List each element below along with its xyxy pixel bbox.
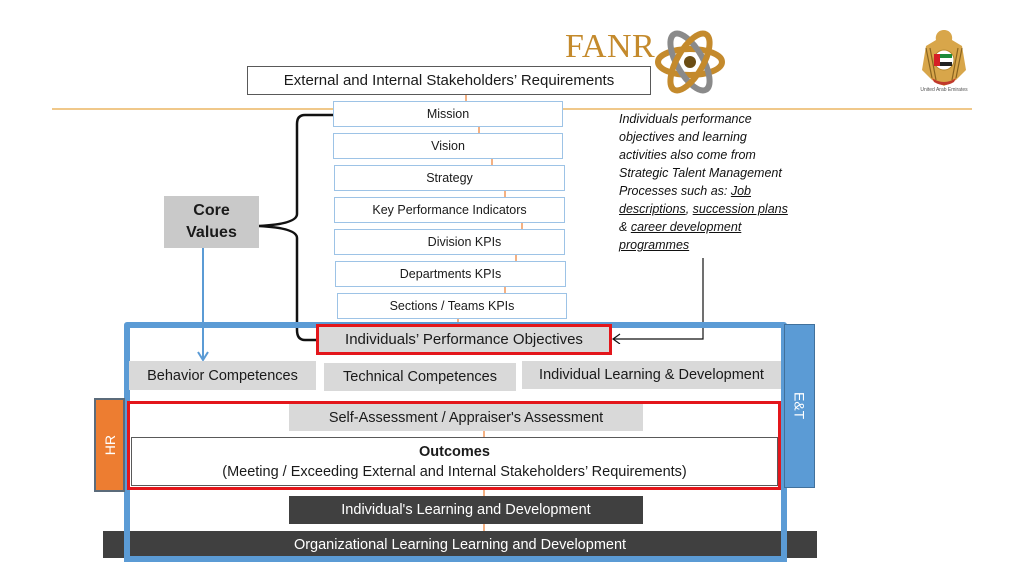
cascade-box-mission[interactable]: Mission xyxy=(333,101,563,127)
outcomes-title: Outcomes xyxy=(419,443,490,460)
behavior-competences-box[interactable]: Behavior Competences xyxy=(129,361,316,390)
et-label: E&T xyxy=(791,392,808,420)
succession-plans-link[interactable]: succession plans xyxy=(693,202,788,216)
et-side-label[interactable]: E&T xyxy=(784,324,815,488)
outcomes-box[interactable]: Outcomes (Meeting / Exceeding External a… xyxy=(131,437,778,486)
fanr-logo-text: FANR xyxy=(565,28,656,65)
hr-label: HR xyxy=(101,434,118,456)
note-separator: & xyxy=(619,220,631,234)
core-values-line1: Core xyxy=(193,202,230,219)
individual-learning-development-box[interactable]: Individual Learning & Development xyxy=(522,361,781,389)
note-text: Individuals performance objectives and l… xyxy=(619,112,782,198)
talent-management-note: Individuals performance objectives and l… xyxy=(619,110,794,254)
frame-edge xyxy=(124,556,787,562)
organizational-learning-bar[interactable]: Organizational Learning Learning and Dev… xyxy=(103,531,817,558)
cascade-box-strategy[interactable]: Strategy xyxy=(334,165,565,191)
note-separator: , xyxy=(685,202,693,216)
cascade-box-division-kpis[interactable]: Division KPIs xyxy=(334,229,565,255)
outcomes-subtitle: (Meeting / Exceeding External and Intern… xyxy=(222,463,687,480)
atom-logo-icon xyxy=(655,30,725,94)
assessment-box[interactable]: Self-Assessment / Appraiser's Assessment xyxy=(289,404,643,431)
individual-performance-objectives-box[interactable]: Individuals’ Performance Objectives xyxy=(316,324,612,355)
cascade-box-departments-kpis[interactable]: Departments KPIs xyxy=(335,261,566,287)
individual-learning-bar[interactable]: Individual's Learning and Development xyxy=(289,496,643,524)
cascade-box-kpi[interactable]: Key Performance Indicators xyxy=(334,197,565,223)
cascade-box-vision[interactable]: Vision xyxy=(333,133,563,159)
career-development-link[interactable]: career development programmes xyxy=(619,220,741,252)
uae-emblem-caption: United Arab Emirates xyxy=(920,87,968,93)
core-values-brace xyxy=(258,113,333,342)
stakeholders-requirements-box[interactable]: External and Internal Stakeholders’ Requ… xyxy=(247,66,651,95)
core-values-line2: Values xyxy=(186,224,237,241)
technical-competences-box[interactable]: Technical Competences xyxy=(324,363,516,391)
hr-side-label[interactable]: HR xyxy=(94,398,125,492)
cascade-box-sections-kpis[interactable]: Sections / Teams KPIs xyxy=(337,293,567,319)
core-values-box[interactable]: Core Values xyxy=(164,196,259,248)
